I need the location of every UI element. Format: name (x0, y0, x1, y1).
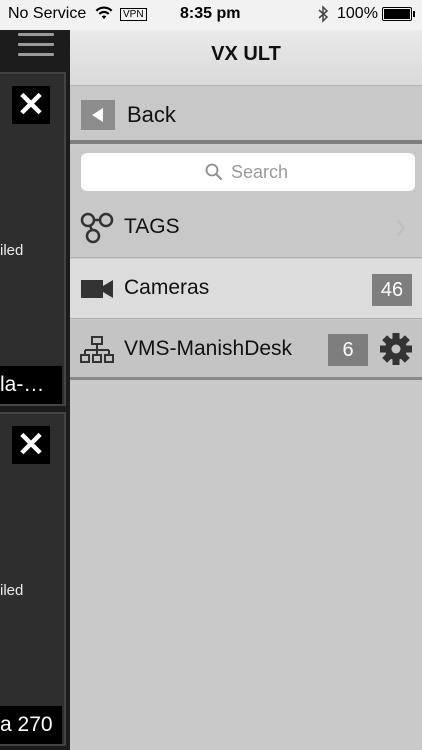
tags-icon (80, 212, 114, 244)
search-field[interactable] (81, 153, 415, 191)
search-input[interactable] (231, 160, 401, 184)
list-item-label: VMS-ManishDesk (124, 337, 293, 360)
vpn-badge: VPN (120, 8, 147, 21)
camera-tile-column: ✕ iled la-… ✕ iled a 270 (0, 0, 70, 750)
bluetooth-icon (318, 5, 329, 23)
close-icon[interactable]: ✕ (12, 86, 50, 124)
list-item-cameras[interactable]: Cameras 46 (70, 259, 422, 319)
camera-tile[interactable]: ✕ iled a 270 (0, 412, 66, 746)
page-title: VX ULT (211, 43, 281, 65)
chevron-right-icon (397, 220, 406, 236)
count-badge: 46 (372, 274, 412, 306)
network-icon (80, 336, 114, 363)
count-badge: 6 (328, 334, 368, 366)
back-label: Back (127, 102, 176, 127)
carrier-label: No Service (8, 5, 87, 22)
list-item-tags[interactable]: TAGS (70, 198, 422, 258)
list-item-label: TAGS (124, 215, 180, 238)
camera-tile[interactable]: ✕ iled la-… (0, 72, 66, 406)
wifi-icon (95, 6, 113, 19)
status-bar: No Service VPN 8:35 pm 100% (0, 0, 422, 30)
gear-icon[interactable] (379, 332, 413, 366)
search-icon (205, 163, 223, 181)
close-icon[interactable]: ✕ (12, 426, 50, 464)
camera-icon (81, 280, 113, 298)
list-item-label: Cameras (124, 276, 210, 299)
clock: 8:35 pm (180, 5, 241, 22)
navigation-panel: VX ULT Back TAGS Cam (70, 0, 422, 750)
battery-icon (382, 7, 415, 21)
tile-caption: a 270 (0, 706, 62, 744)
tile-caption: la-… (0, 366, 62, 404)
back-arrow-icon (81, 100, 115, 130)
tile-status-text: iled (0, 242, 24, 259)
hamburger-icon[interactable] (18, 33, 54, 57)
battery-percent: 100% (337, 5, 378, 22)
list-item-vms-server[interactable]: VMS-ManishDesk 6 (70, 320, 422, 380)
search-bar (70, 148, 422, 198)
back-button[interactable]: Back (70, 86, 422, 144)
tile-status-text: iled (0, 582, 24, 599)
